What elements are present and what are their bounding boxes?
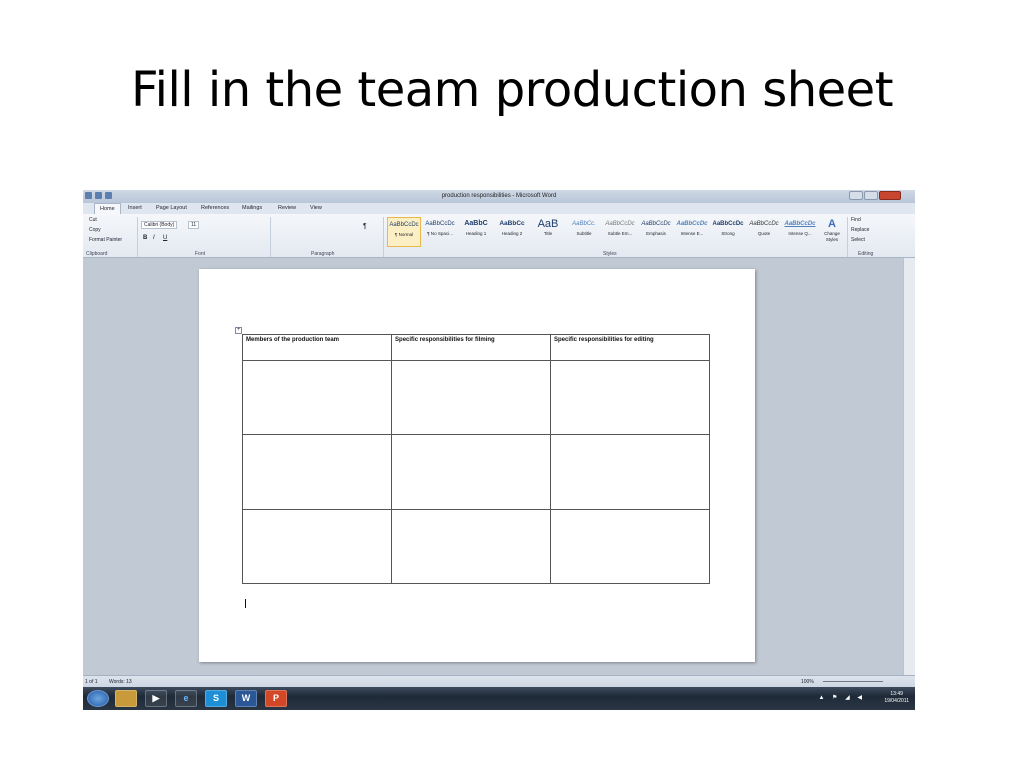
tab-mailings[interactable]: Mailings <box>242 205 262 211</box>
font-name-box[interactable]: Calibri (Body) <box>141 221 178 229</box>
style-heading-2[interactable]: AaBbCc Heading 2 <box>495 217 529 247</box>
clipboard-group-label: Clipboard <box>86 251 108 257</box>
media-player-icon[interactable]: ▶ <box>145 690 167 707</box>
taskbar: ▶ e S W P ▲ ⚑ ◢ ◀ 13:49 19/04/2011 <box>83 687 915 710</box>
table-cell[interactable] <box>550 359 710 436</box>
editing-group-label: Editing <box>858 251 874 257</box>
table-row <box>241 508 710 585</box>
window-title: production responsibilities - Microsoft … <box>441 193 557 199</box>
font-size-box[interactable]: 11 <box>188 221 200 229</box>
group-divider <box>383 217 384 257</box>
styles-group-label: Styles <box>603 251 617 257</box>
status-bar: 1 of 1 Words: 13 100% <box>83 675 915 687</box>
table-cell[interactable] <box>391 508 551 585</box>
table-header-row: Members of the production team Specific … <box>241 334 710 361</box>
word-icon[interactable]: W <box>235 690 257 707</box>
style-emphasis[interactable]: AaBbCcDc Emphasis <box>639 217 673 247</box>
style-subtitle[interactable]: AaBbCc. Subtitle <box>567 217 601 247</box>
slide-title: Fill in the team production sheet <box>130 62 894 118</box>
start-button-icon[interactable] <box>87 690 109 707</box>
header-filming[interactable]: Specific responsibilities for filming <box>391 334 551 361</box>
table-move-handle-icon[interactable]: + <box>235 327 242 334</box>
bold-button[interactable]: B <box>143 235 147 241</box>
system-tray-icons[interactable]: ▲ ⚑ ◢ ◀ <box>818 694 865 701</box>
style-no-spacing[interactable]: AaBbCcDc ¶ No Spaci... <box>423 217 457 247</box>
powerpoint-icon[interactable]: P <box>265 690 287 707</box>
font-group-label: Font <box>195 251 206 257</box>
zoom-level[interactable]: 100% <box>801 679 814 685</box>
tab-insert[interactable]: Insert <box>128 205 142 211</box>
style-normal[interactable]: AaBbCcDc ¶ Normal <box>387 217 421 247</box>
skype-icon[interactable]: S <box>205 690 227 707</box>
table-cell[interactable] <box>391 434 551 510</box>
cut-button[interactable]: Cut <box>89 217 97 223</box>
header-members[interactable]: Members of the production team <box>241 334 393 361</box>
tab-references[interactable]: References <box>201 205 229 211</box>
title-bar: production responsibilities - Microsoft … <box>83 190 915 203</box>
vertical-scrollbar[interactable] <box>903 258 915 675</box>
page-count[interactable]: 1 of 1 <box>85 679 98 685</box>
table-cell[interactable] <box>241 508 393 585</box>
zoom-slider[interactable] <box>823 681 883 682</box>
select-button[interactable]: Select <box>851 237 865 243</box>
change-styles-button[interactable]: A Change Styles <box>819 217 845 247</box>
tab-home[interactable]: Home <box>94 203 121 214</box>
italic-button[interactable]: I <box>153 235 155 241</box>
table-cell[interactable] <box>550 434 710 510</box>
change-styles-icon: A <box>828 218 836 230</box>
ribbon-tabs: Home Insert Page Layout References Maili… <box>83 203 915 214</box>
table-cell[interactable] <box>550 508 710 585</box>
ribbon: Cut Copy Format Painter Clipboard Calibr… <box>83 214 915 258</box>
explorer-icon[interactable] <box>115 690 137 707</box>
show-formatting-button[interactable]: ¶ <box>363 223 367 230</box>
maximize-button[interactable] <box>864 191 878 200</box>
find-button[interactable]: Find <box>851 217 861 223</box>
format-painter-button[interactable]: Format Painter <box>89 237 122 243</box>
minimize-button[interactable] <box>849 191 863 200</box>
paragraph-group-label: Paragraph <box>311 251 335 257</box>
style-subtle-emphasis[interactable]: AaBbCcDc Subtle Em... <box>603 217 637 247</box>
style-heading-1[interactable]: AaBbC Heading 1 <box>459 217 493 247</box>
table-cell[interactable] <box>241 359 393 436</box>
table-cell[interactable] <box>391 359 551 436</box>
group-divider <box>137 217 138 257</box>
copy-button[interactable]: Copy <box>89 227 101 233</box>
window-controls <box>849 191 901 200</box>
style-intense-quote[interactable]: AaBbCcDc Intense Q... <box>783 217 817 247</box>
group-divider <box>270 217 271 257</box>
underline-button[interactable]: U <box>163 235 167 241</box>
replace-button[interactable]: Replace <box>851 227 869 233</box>
tab-view[interactable]: View <box>310 205 322 211</box>
tab-review[interactable]: Review <box>278 205 296 211</box>
table-cell[interactable] <box>241 434 393 510</box>
clock-time: 13:49 <box>890 691 903 697</box>
header-editing[interactable]: Specific responsibilities for editing <box>550 334 710 361</box>
style-quote[interactable]: AaBbCcDc Quote <box>747 217 781 247</box>
close-button[interactable] <box>879 191 901 200</box>
table-row <box>241 434 710 510</box>
text-cursor <box>245 599 246 608</box>
group-divider <box>847 217 848 257</box>
production-table[interactable]: Members of the production team Specific … <box>241 334 710 585</box>
clock-date: 19/04/2011 <box>884 698 909 704</box>
internet-explorer-icon[interactable]: e <box>175 690 197 707</box>
document-page[interactable]: + Members of the production team Specifi… <box>199 269 755 662</box>
word-screenshot: production responsibilities - Microsoft … <box>83 190 915 710</box>
clock[interactable]: 13:49 19/04/2011 <box>884 691 909 705</box>
style-title[interactable]: AaB Title <box>531 217 565 247</box>
tab-page-layout[interactable]: Page Layout <box>156 205 187 211</box>
table-row <box>241 359 710 436</box>
style-strong[interactable]: AaBbCcDc Strong <box>711 217 745 247</box>
word-count[interactable]: Words: 13 <box>109 679 132 685</box>
style-intense-emphasis[interactable]: AaBbCcDc Intense E... <box>675 217 709 247</box>
